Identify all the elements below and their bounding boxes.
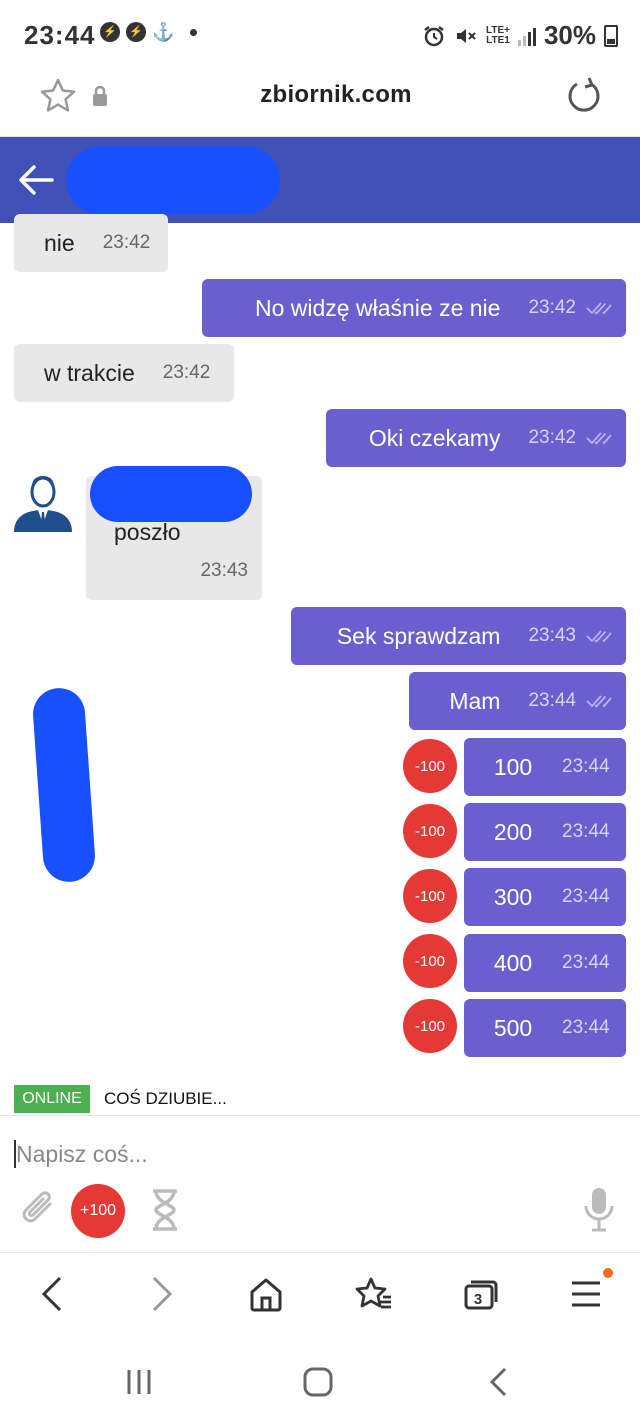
browser-forward-button[interactable] [140,1272,184,1316]
message-bubble-outgoing: No widzę właśnie ze nie 23:42 [202,279,626,337]
message-time: 23:43 [200,560,248,581]
amount-message: 100 23:44 [464,738,626,796]
notification-icons: ⚡ ⚡ ⚓ [100,22,197,42]
menu-notification-dot [603,1268,613,1278]
amount-value: 100 [493,753,533,780]
message-bubble-outgoing: Sek sprawdzam 23:43 [291,607,626,665]
minus-100-badge[interactable]: -100 [403,934,457,988]
alarm-icon [424,25,444,46]
redacted-sender-name [90,466,252,522]
tip-100-button[interactable]: +100 [71,1184,125,1238]
message-time: 23:43 [528,625,576,646]
message-text: w trakcie [44,359,135,386]
status-right-icons: LTE+ LTE1 30% [422,20,618,51]
messenger-icon: ⚡ [100,22,120,42]
message-text: nie [44,229,75,256]
message-time: 23:42 [528,427,576,448]
home-icon [250,1278,282,1312]
browser-nav-border [0,1252,640,1253]
battery-icon [604,24,618,47]
system-back-icon [489,1367,507,1397]
message-text: No widzę właśnie ze nie [255,294,501,321]
read-ticks-icon [586,630,612,643]
browser-back-button[interactable] [30,1272,74,1316]
read-ticks-icon [586,302,612,315]
message-time: 23:44 [562,952,610,973]
minus-100-badge[interactable]: -100 [403,999,457,1053]
system-home-icon [303,1367,333,1397]
message-time: 23:44 [562,821,610,842]
reload-icon[interactable] [564,76,604,116]
hamburger-menu-icon [572,1281,600,1307]
network-type: LTE+ LTE1 [485,24,510,46]
message-text: Mam [449,687,501,714]
anchor-icon: ⚓ [152,22,175,42]
message-bubble-incoming: w trakcie 23:42 [14,344,234,402]
recent-apps-button[interactable] [117,1360,161,1404]
amount-message: 500 23:44 [464,999,626,1057]
amount-message: 400 23:44 [464,934,626,992]
message-time: 23:42 [528,297,576,318]
message-bubble-outgoing: Mam 23:44 [409,672,626,730]
message-text: Oki czekamy [368,424,501,451]
minus-100-badge[interactable]: -100 [403,804,457,858]
minus-100-badge[interactable]: -100 [403,739,457,793]
system-back-button[interactable] [476,1360,520,1404]
amount-message: 300 23:44 [464,868,626,926]
chevron-right-icon [152,1276,173,1312]
message-text: poszło [114,519,181,545]
message-time: 23:44 [562,1017,610,1038]
message-time: 23:44 [562,756,610,777]
read-ticks-icon [586,695,612,708]
url-domain[interactable]: zbiornik.com [0,81,640,109]
recent-apps-icon [127,1370,151,1394]
lte-top-label: LTE+ [485,24,510,36]
message-text: Sek sprawdzam [336,622,501,649]
microphone-icon[interactable] [582,1186,616,1232]
message-time: 23:42 [102,232,151,253]
browser-home-button[interactable] [244,1272,288,1316]
online-status-badge: ONLINE [14,1085,90,1113]
browser-tabs-button[interactable]: 3 [458,1272,502,1316]
status-time: 23:44 [24,20,96,50]
back-arrow-icon[interactable] [18,164,54,196]
browser-bookmarks-button[interactable] [351,1272,395,1316]
amount-value: 200 [493,818,533,845]
redaction-scribble [31,686,97,884]
message-time: 23:44 [562,886,610,907]
amount-value: 400 [493,949,533,976]
message-input[interactable] [16,1136,616,1172]
sender-avatar-icon[interactable] [14,472,72,532]
amount-message: 200 23:44 [464,803,626,861]
divider [0,1115,640,1116]
typing-indicator: COŚ DZIUBIE... [104,1089,227,1108]
amount-value: 500 [493,1014,533,1041]
browser-menu-button[interactable] [564,1272,608,1316]
battery-percent: 30% [543,20,596,50]
amount-value: 300 [493,883,533,910]
messenger-icon: ⚡ [126,22,146,42]
message-time: 23:44 [528,690,576,711]
lte-bottom-label: LTE1 [486,34,510,46]
chevron-left-icon [41,1276,62,1312]
bookmarks-star-icon [355,1277,391,1309]
message-time: 23:42 [162,362,211,383]
mute-icon [456,28,476,43]
redacted-contact-name [66,146,280,214]
message-bubble-incoming: nie 23:42 [14,214,168,272]
tab-count: 3 [473,1290,483,1308]
hourglass-icon[interactable] [150,1188,180,1232]
message-bubble-outgoing: Oki czekamy 23:42 [326,409,626,467]
minus-100-badge[interactable]: -100 [403,869,457,923]
more-notifications-dot [190,28,197,36]
signal-icon [517,26,536,46]
attachment-icon[interactable] [20,1188,58,1230]
system-home-button[interactable] [296,1360,340,1404]
read-ticks-icon [586,432,612,445]
